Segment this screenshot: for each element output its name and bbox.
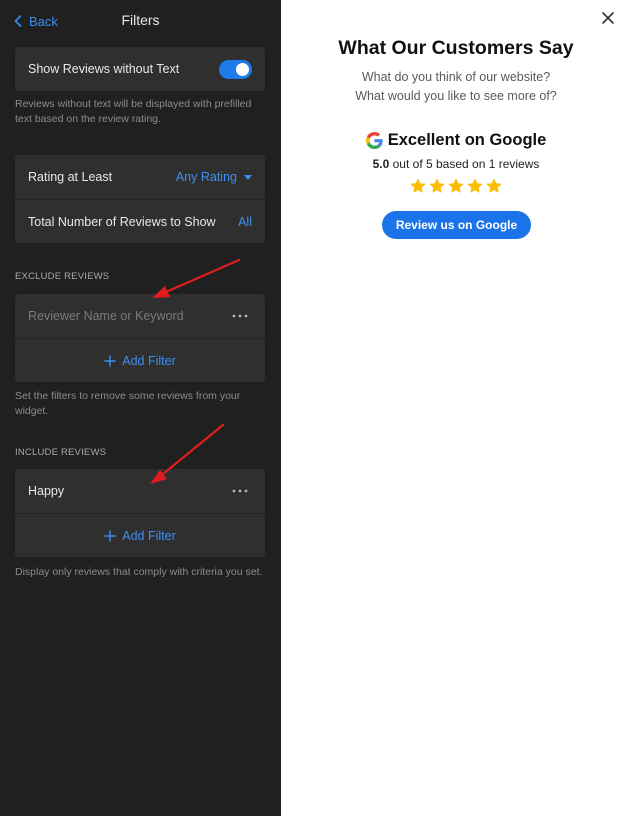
rating-score: 5.0 — [372, 157, 390, 171]
panel-title: Filters — [121, 12, 160, 28]
star-icon — [448, 178, 464, 193]
include-reviews-help: Display only reviews that comply with cr… — [15, 566, 263, 578]
more-horizontal-icon — [232, 314, 248, 318]
show-without-text-row: Show Reviews without Text — [15, 47, 265, 91]
more-horizontal-icon — [232, 489, 248, 493]
plus-icon — [104, 530, 116, 541]
exclude-more-button[interactable] — [227, 307, 253, 325]
show-without-text-help: Reviews without text will be displayed w… — [15, 98, 252, 125]
rating-at-least-label: Rating at Least — [28, 170, 113, 184]
exclude-add-filter-label: Add Filter — [122, 353, 176, 368]
widget-title: What Our Customers Say — [338, 37, 574, 59]
google-g-icon — [365, 132, 383, 149]
include-more-button[interactable] — [227, 482, 253, 500]
star-icon — [410, 178, 426, 193]
total-reviews-row[interactable]: Total Number of Reviews to Show All — [15, 199, 265, 243]
exclude-reviews-heading: EXCLUDE REVIEWS — [15, 271, 110, 282]
include-reviews-heading: INCLUDE REVIEWS — [15, 447, 107, 458]
total-reviews-label: Total Number of Reviews to Show — [28, 214, 216, 229]
include-keyword-row[interactable]: Happy — [15, 469, 265, 513]
include-reviews-card: Happy Add Filter — [15, 469, 265, 557]
rating-settings-card: Rating at Least Any Rating Total Number … — [15, 155, 265, 243]
star-icon — [467, 178, 483, 193]
star-rating — [281, 177, 631, 195]
include-add-filter-button[interactable]: Add Filter — [15, 513, 265, 557]
toggle-knob — [236, 63, 249, 76]
rating-basis: 5.0 out of 5 based on 1 reviews — [281, 157, 631, 171]
rating-dropdown-value: Any Rating — [175, 170, 237, 184]
rating-basis-text: out of 5 based on 1 reviews — [389, 157, 540, 171]
exclude-add-filter-button[interactable]: Add Filter — [15, 338, 265, 382]
rating-dropdown[interactable]: Any Rating — [176, 155, 252, 199]
exclude-reviews-help: Set the filters to remove some reviews f… — [15, 390, 241, 417]
exclude-keyword-input[interactable] — [28, 294, 252, 338]
exclude-keyword-row — [15, 294, 265, 338]
widget-subtitle-line-2: What would you like to see more of? — [355, 89, 557, 103]
red-arrow-exclude — [152, 258, 241, 298]
include-keyword-value: Happy — [28, 484, 65, 498]
total-reviews-value[interactable]: All — [238, 200, 252, 244]
widget-subtitle-line-1: What do you think of our website? — [361, 70, 551, 84]
review-us-button[interactable]: Review us on Google — [382, 211, 531, 239]
widget-subtitle: What do you think of our website? What w… — [281, 68, 631, 106]
close-icon[interactable] — [600, 10, 616, 26]
show-without-text-toggle[interactable] — [219, 60, 252, 79]
show-without-text-card: Show Reviews without Text — [15, 47, 265, 91]
filters-panel: Back Filters Show Reviews without Text R… — [0, 0, 281, 816]
rating-at-least-row[interactable]: Rating at Least Any Rating — [15, 155, 265, 199]
panel-header: Back Filters — [0, 0, 281, 40]
google-rating-heading: Excellent on Google — [281, 131, 631, 150]
caret-down-icon — [244, 174, 252, 180]
plus-icon — [104, 355, 116, 366]
include-add-filter-label: Add Filter — [122, 528, 176, 543]
star-icon — [486, 178, 502, 193]
star-icon — [429, 178, 445, 193]
exclude-reviews-card: Add Filter — [15, 294, 265, 382]
show-without-text-label: Show Reviews without Text — [28, 62, 180, 76]
rating-summary-text: Excellent on Google — [387, 131, 547, 149]
